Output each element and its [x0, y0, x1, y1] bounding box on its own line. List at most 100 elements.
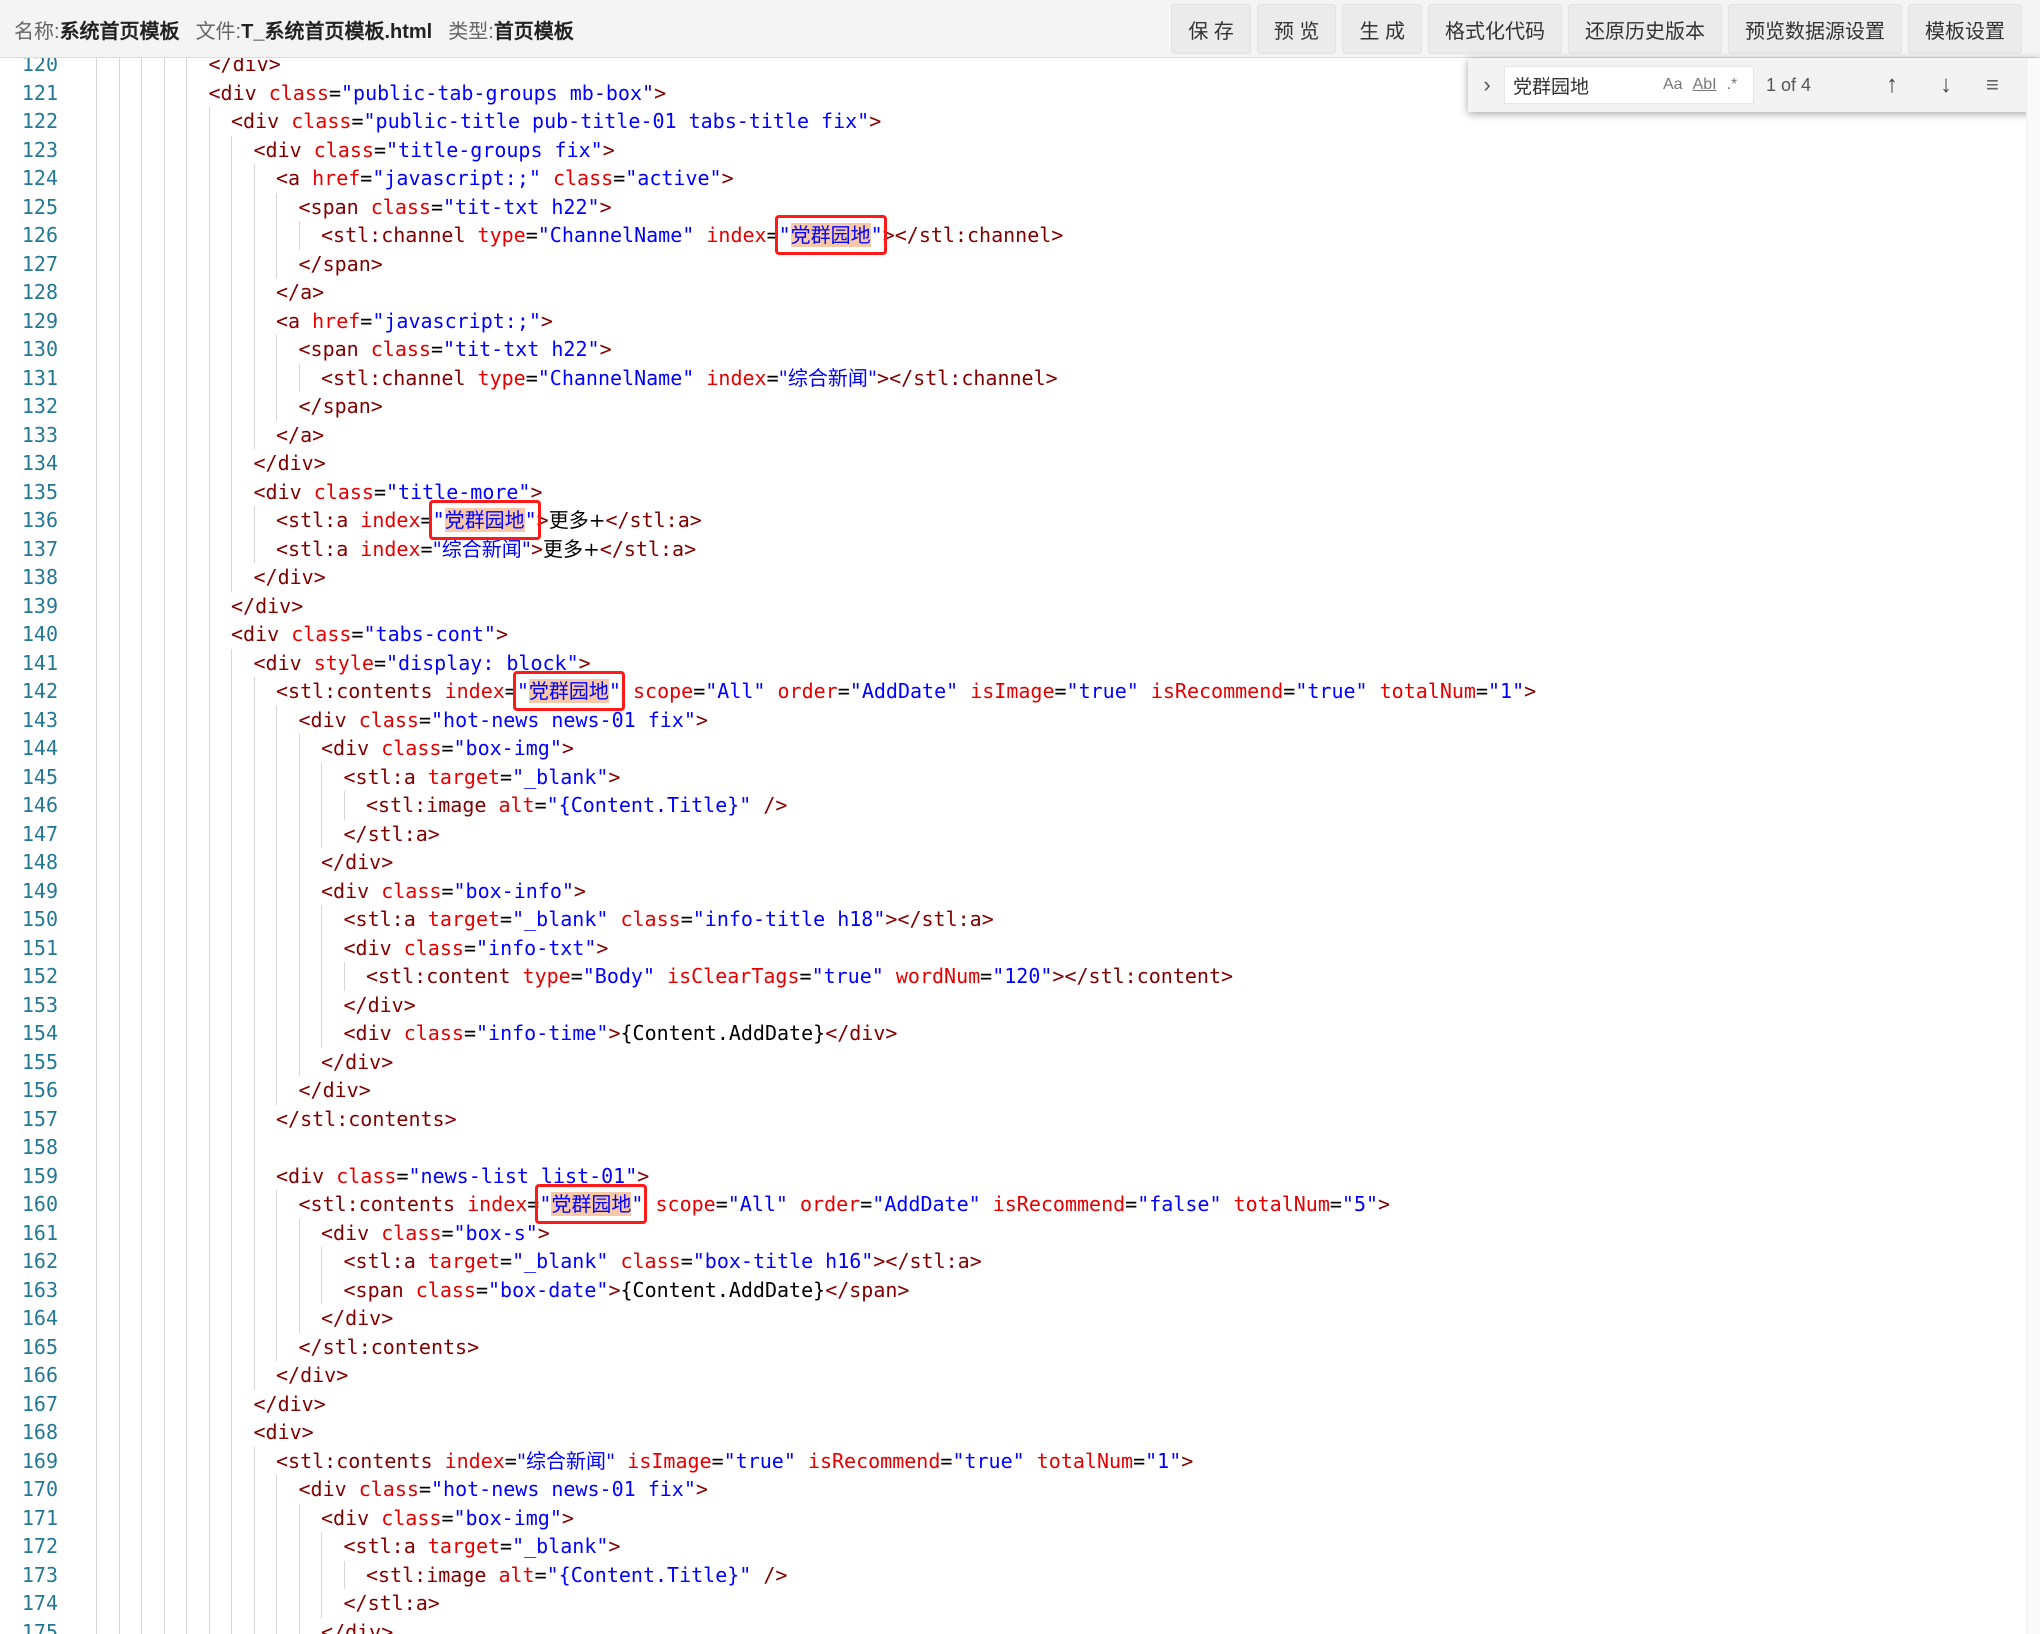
- code-line[interactable]: 140 <div class="tabs-cont">: [0, 620, 2040, 649]
- indent-guide: [96, 392, 97, 421]
- code-line[interactable]: 131 <stl:channel type="ChannelName" index…: [0, 363, 2040, 392]
- code-line[interactable]: 171 <div class="box-img">: [0, 1503, 2040, 1532]
- code-line[interactable]: 156 </div>: [0, 1076, 2040, 1105]
- code-line[interactable]: 123 <div class="title-groups fix">: [0, 135, 2040, 164]
- code-token: "tit-txt h22": [443, 337, 600, 361]
- code-line[interactable]: 164 </div>: [0, 1304, 2040, 1333]
- code-token: =: [441, 736, 454, 760]
- template-settings-button[interactable]: 模板设置: [1908, 4, 2022, 54]
- indent-guide: [231, 848, 232, 877]
- code-line[interactable]: 151 <div class="info-txt">: [0, 933, 2040, 962]
- code-line[interactable]: 144 <div class="box-img">: [0, 734, 2040, 763]
- code-line[interactable]: 174 </stl:a>: [0, 1589, 2040, 1618]
- code-line[interactable]: 157 </stl:contents>: [0, 1104, 2040, 1133]
- code-line[interactable]: 161 <div class="box-s">: [0, 1218, 2040, 1247]
- code-token: ": [778, 223, 791, 247]
- code-line[interactable]: 142 <stl:contents index="党群园地" scope="All…: [0, 677, 2040, 706]
- code-line[interactable]: 149 <div class="box-info">: [0, 876, 2040, 905]
- code-line[interactable]: 153 </div>: [0, 990, 2040, 1019]
- find-input[interactable]: [1513, 74, 1653, 96]
- line-number: 145: [21, 764, 58, 789]
- arrow-down-icon[interactable]: ↓: [1926, 71, 1966, 99]
- code-line[interactable]: 146 <stl:image alt="{Content.Title}" />: [0, 791, 2040, 820]
- code-line[interactable]: 168 <div>: [0, 1418, 2040, 1447]
- indent-guide: [186, 1161, 187, 1190]
- match-count: 1 of 4: [1766, 74, 1812, 95]
- indent-guide: [231, 705, 232, 734]
- format-code-button[interactable]: 格式化代码: [1428, 4, 1562, 54]
- code-line[interactable]: 147 </stl:a>: [0, 819, 2040, 848]
- indent-guide: [253, 762, 255, 791]
- code-line[interactable]: 136 <stl:a index="党群园地">更多+</stl:a>: [0, 506, 2040, 535]
- code-line[interactable]: 159 <div class="news-list list-01">: [0, 1161, 2040, 1190]
- code-line[interactable]: 141 <div style="display: block">: [0, 648, 2040, 677]
- indent-guide: [321, 1589, 322, 1618]
- code-line[interactable]: 148 </div>: [0, 848, 2040, 877]
- code-line[interactable]: 160 <stl:contents index="党群园地" scope="All…: [0, 1190, 2040, 1219]
- chevron-right-icon[interactable]: ›: [1476, 72, 1498, 98]
- find-in-selection-icon[interactable]: ≡: [1986, 72, 1999, 98]
- indent-guide: [231, 249, 232, 278]
- code-line[interactable]: 126 <stl:channel type="ChannelName" index…: [0, 221, 2040, 250]
- vertical-scrollbar[interactable]: [2026, 58, 2040, 1634]
- code-line[interactable]: 137 <stl:a index="综合新闻">更多+</stl:a>: [0, 534, 2040, 563]
- code-line[interactable]: 165 </stl:contents>: [0, 1332, 2040, 1361]
- indent-guide: [231, 1047, 232, 1076]
- code-line[interactable]: 139 </div>: [0, 591, 2040, 620]
- code-line[interactable]: 127 </span>: [0, 249, 2040, 278]
- code-token: class: [381, 878, 442, 903]
- indent-guide: [208, 1532, 210, 1561]
- code-line[interactable]: 134 </div>: [0, 449, 2040, 478]
- code-line[interactable]: 138 </div>: [0, 563, 2040, 592]
- code-line[interactable]: 172 <stl:a target="_blank">: [0, 1532, 2040, 1561]
- indent-guide: [231, 1418, 232, 1447]
- code-line[interactable]: 150 <stl:a target="_blank" class="info-ti…: [0, 905, 2040, 934]
- match-case-toggle[interactable]: Aa: [1663, 76, 1683, 94]
- code-token: <div: [343, 935, 404, 960]
- arrow-up-icon[interactable]: ↑: [1872, 71, 1912, 99]
- restore-history-button[interactable]: 还原历史版本: [1568, 4, 1722, 54]
- code-line[interactable]: 124 <a href="javascript:;" class="active"…: [0, 164, 2040, 193]
- code-line[interactable]: 169 <stl:contents index="综合新闻" isImage="t…: [0, 1446, 2040, 1475]
- code-line[interactable]: 155 </div>: [0, 1047, 2040, 1076]
- code-token: >: [599, 337, 612, 361]
- indent-guide: [231, 477, 232, 506]
- code-line[interactable]: 145 <stl:a target="_blank">: [0, 762, 2040, 791]
- indent-guide: [253, 848, 255, 877]
- code-line[interactable]: 143 <div class="hot-news news-01 fix">: [0, 705, 2040, 734]
- code-line[interactable]: 152 <stl:content type="Body" isClearTags=…: [0, 962, 2040, 991]
- whole-word-toggle[interactable]: AbI: [1693, 76, 1717, 94]
- line-number: 141: [21, 650, 58, 675]
- code-line[interactable]: 167 </div>: [0, 1389, 2040, 1418]
- code-line[interactable]: 154 <div class="info-time">{Content.AddDa…: [0, 1019, 2040, 1048]
- code-token: "box-s": [453, 1220, 538, 1245]
- code-line[interactable]: 175 </div>: [0, 1617, 2040, 1634]
- code-line[interactable]: 133 </a>: [0, 420, 2040, 449]
- code-line[interactable]: 166 </div>: [0, 1361, 2040, 1390]
- code-line[interactable]: 135 <div class="title-more">: [0, 477, 2040, 506]
- preview-datasource-settings-button[interactable]: 预览数据源设置: [1728, 4, 1902, 54]
- generate-button[interactable]: 生 成: [1342, 4, 1422, 54]
- code-line[interactable]: 170 <div class="hot-news news-01 fix">: [0, 1475, 2040, 1504]
- code-line[interactable]: 130 <span class="tit-txt h22">: [0, 335, 2040, 364]
- line-number: 148: [21, 850, 58, 874]
- indent-guide: [253, 1247, 255, 1276]
- code-line[interactable]: 162 <stl:a target="_blank" class="box-tit…: [0, 1247, 2040, 1276]
- code-line[interactable]: 163 <span class="box-date">{Content.AddDa…: [0, 1275, 2040, 1304]
- code-line[interactable]: 125 <span class="tit-txt h22">: [0, 192, 2040, 221]
- code-line[interactable]: 128 </a>: [0, 278, 2040, 307]
- code-editor[interactable]: 120 </div> 121 <div class="public-tab-group…: [0, 58, 2040, 1634]
- code-token: {Content.AddDate}: [620, 1277, 826, 1302]
- code-token: "true": [952, 1448, 1025, 1473]
- indent-guide: [186, 734, 187, 763]
- indent-guide: [163, 78, 165, 107]
- code-line[interactable]: 129 <a href="javascript:;">: [0, 306, 2040, 335]
- code-line[interactable]: 173 <stl:image alt="{Content.Title}" />: [0, 1560, 2040, 1589]
- code-line[interactable]: 158: [0, 1133, 2040, 1162]
- preview-button[interactable]: 预 览: [1256, 4, 1337, 54]
- save-button[interactable]: 保 存: [1171, 4, 1251, 54]
- code-line[interactable]: 132 </span>: [0, 392, 2040, 421]
- regex-toggle[interactable]: .*: [1727, 76, 1738, 94]
